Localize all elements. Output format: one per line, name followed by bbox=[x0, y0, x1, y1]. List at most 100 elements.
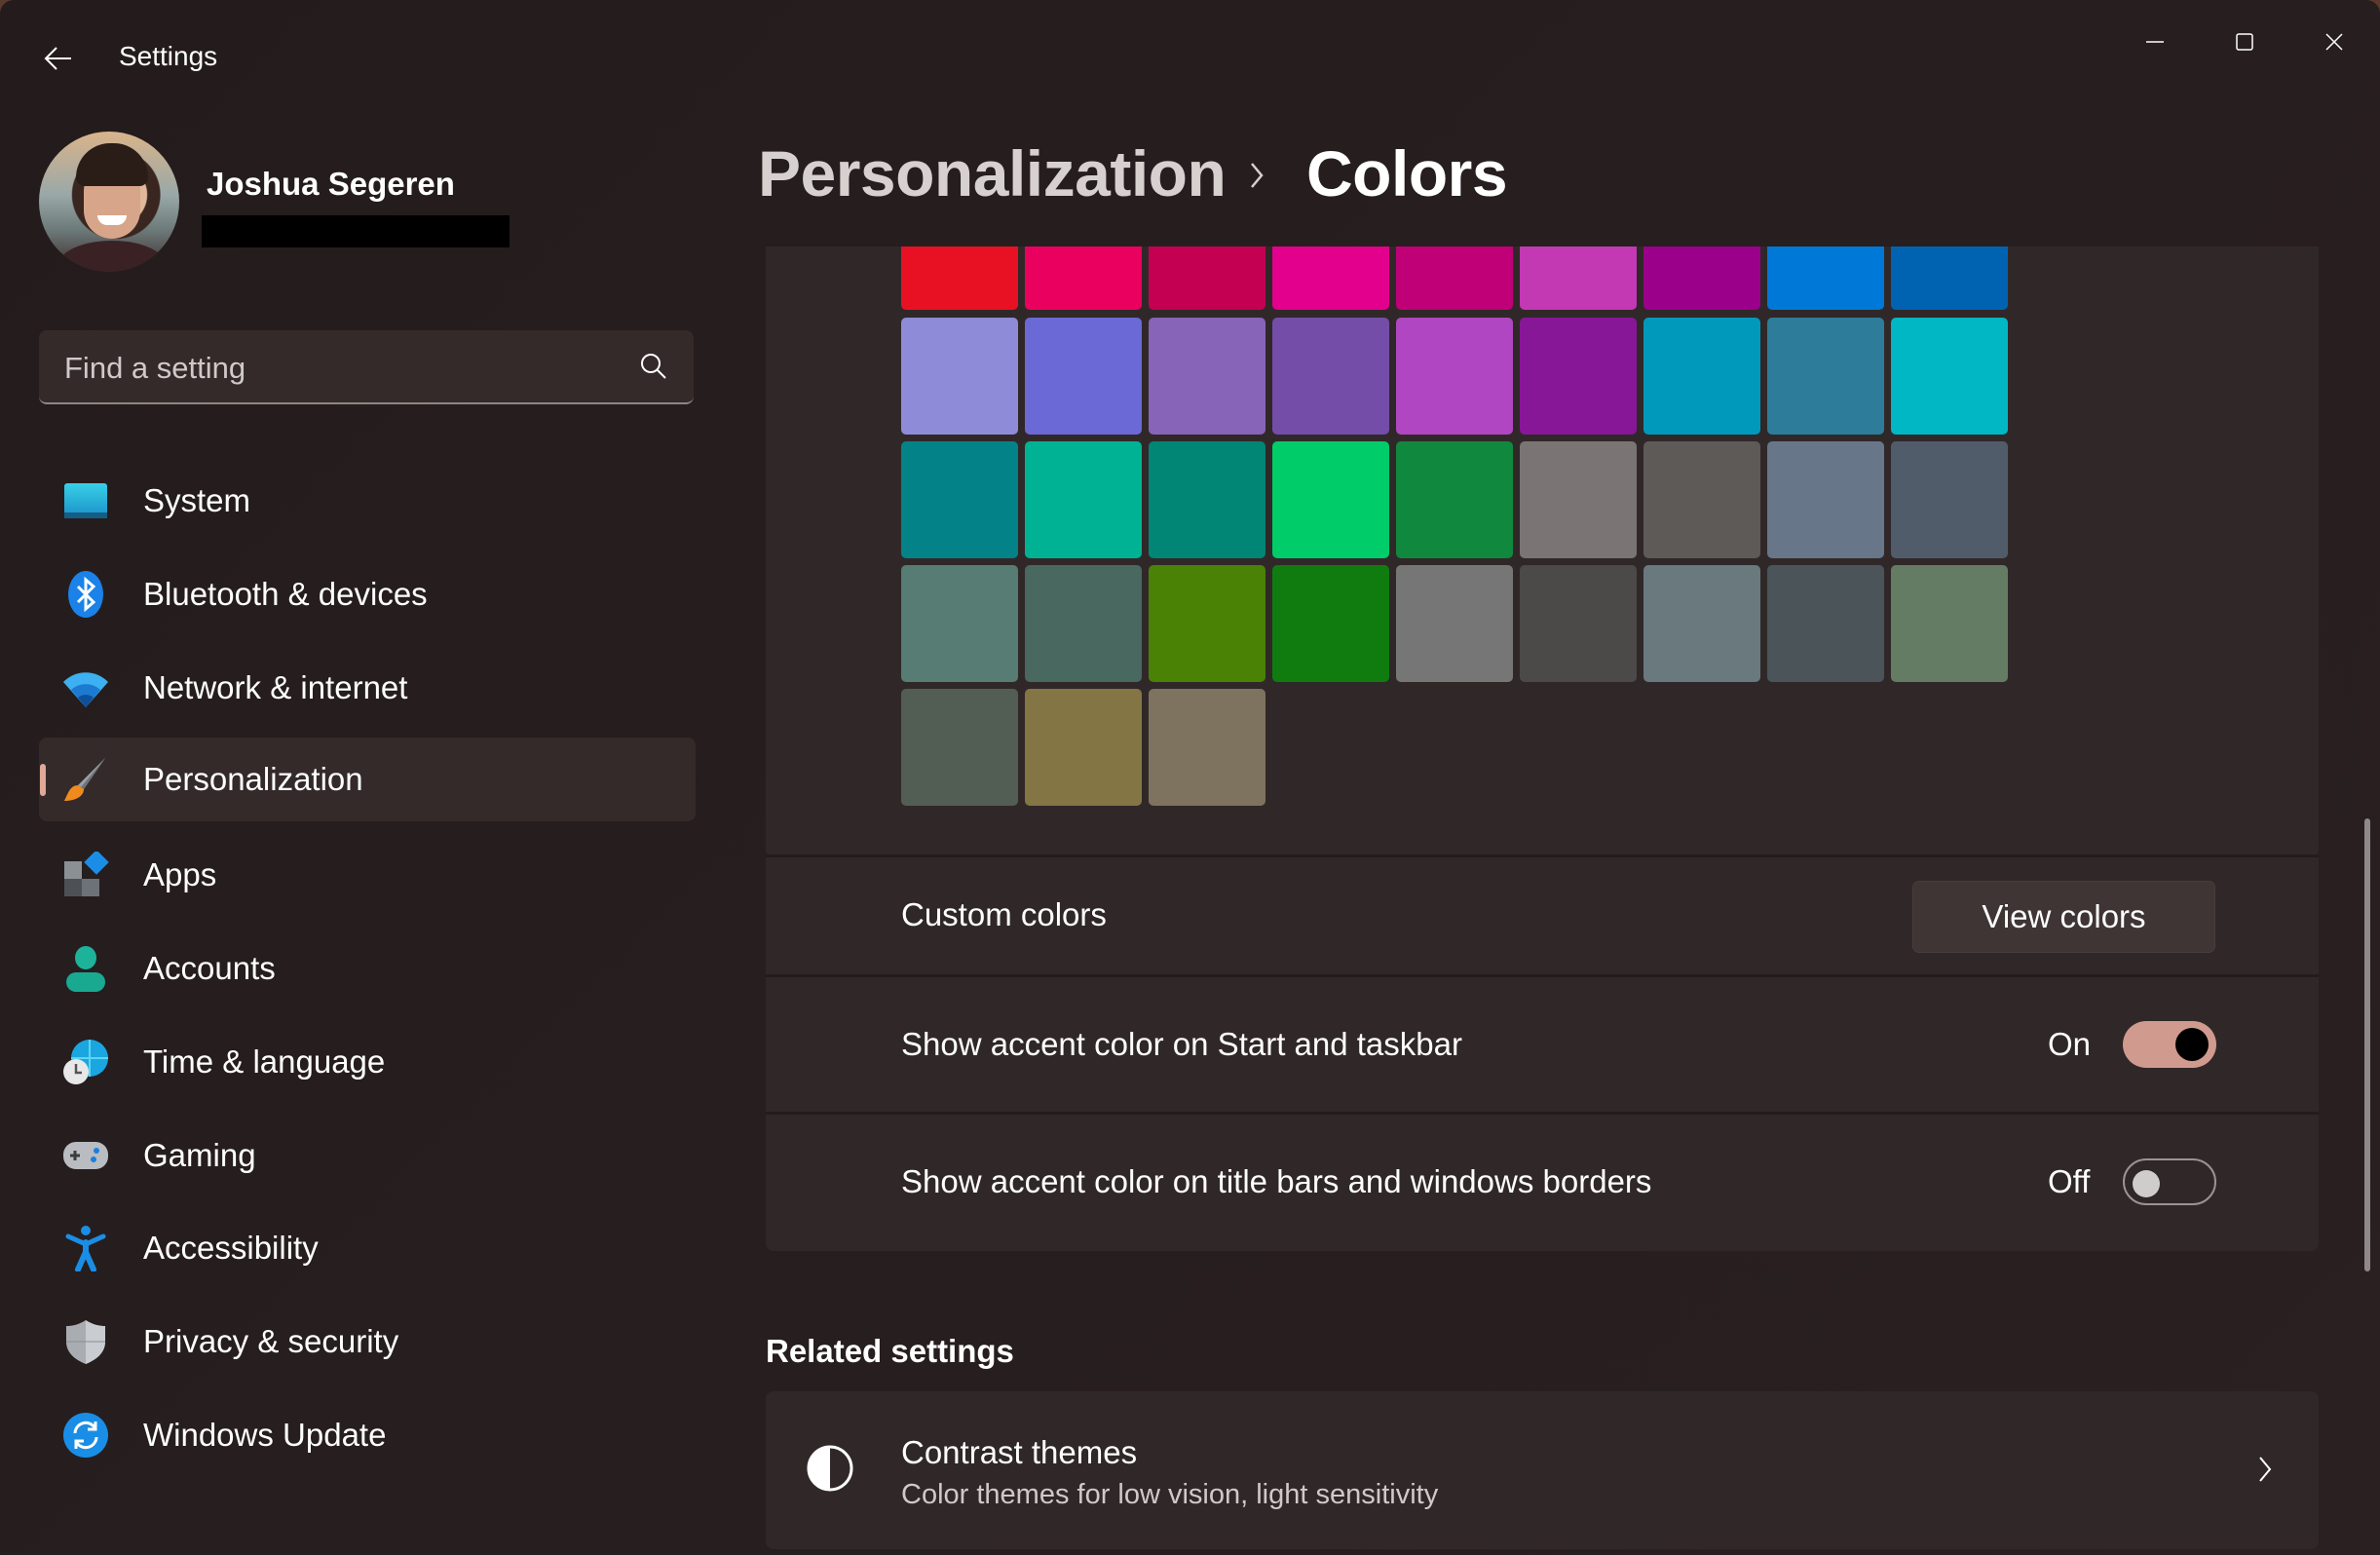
color-swatch[interactable] bbox=[1025, 247, 1142, 310]
color-swatch[interactable] bbox=[901, 318, 1018, 435]
custom-colors-label: Custom colors bbox=[901, 896, 1107, 932]
color-swatch[interactable] bbox=[901, 689, 1018, 806]
color-swatch[interactable] bbox=[1520, 247, 1637, 310]
colors-card: Custom colors View colors Show accent co… bbox=[766, 247, 2319, 1251]
sidebar-item-time-language[interactable]: Time & language bbox=[39, 1020, 696, 1104]
sidebar-item-accounts[interactable]: Accounts bbox=[39, 927, 696, 1010]
sidebar-item-label: Network & internet bbox=[143, 669, 408, 705]
sidebar-item-label: Time & language bbox=[143, 1043, 386, 1080]
color-swatch[interactable] bbox=[1767, 565, 1884, 682]
sidebar-item-label: Windows Update bbox=[143, 1417, 387, 1453]
contrast-themes-link[interactable]: Contrast themes Color themes for low vis… bbox=[766, 1391, 2319, 1549]
color-swatch[interactable] bbox=[1149, 247, 1266, 310]
accent-title-bars-row: Show accent color on title bars and wind… bbox=[766, 1115, 2319, 1251]
breadcrumb-parent[interactable]: Personalization bbox=[758, 136, 1227, 210]
maximize-button[interactable] bbox=[2200, 14, 2289, 70]
close-button[interactable] bbox=[2289, 14, 2379, 70]
color-swatch[interactable] bbox=[1643, 565, 1760, 682]
back-button[interactable] bbox=[37, 37, 80, 80]
sidebar-item-label: System bbox=[143, 482, 251, 518]
color-swatch[interactable] bbox=[1272, 318, 1389, 435]
color-swatch[interactable] bbox=[1025, 689, 1142, 806]
globe-clock-icon bbox=[63, 1040, 108, 1084]
wifi-icon bbox=[63, 672, 108, 707]
color-swatch[interactable] bbox=[1272, 247, 1389, 310]
maximize-icon bbox=[2236, 33, 2253, 51]
sidebar-item-system[interactable]: System bbox=[39, 459, 696, 543]
accessibility-icon bbox=[65, 1226, 106, 1271]
accent-start-taskbar-toggle[interactable] bbox=[2123, 1021, 2216, 1068]
color-swatch[interactable] bbox=[1767, 441, 1884, 558]
color-swatch[interactable] bbox=[1396, 565, 1513, 682]
contrast-icon bbox=[807, 1445, 853, 1492]
color-swatch[interactable] bbox=[1520, 441, 1637, 558]
color-swatch[interactable] bbox=[901, 565, 1018, 682]
related-item-subtitle: Color themes for low vision, light sensi… bbox=[901, 1479, 1439, 1510]
sidebar-item-bluetooth[interactable]: Bluetooth & devices bbox=[39, 552, 696, 636]
color-swatch[interactable] bbox=[1149, 318, 1266, 435]
color-swatch[interactable] bbox=[1396, 441, 1513, 558]
sidebar-item-accessibility[interactable]: Accessibility bbox=[39, 1206, 696, 1290]
view-colors-button[interactable]: View colors bbox=[1912, 881, 2215, 953]
sidebar-item-windows-update[interactable]: Windows Update bbox=[39, 1393, 696, 1477]
sidebar-item-label: Bluetooth & devices bbox=[143, 576, 428, 612]
toggle-state-label: On bbox=[2048, 1026, 2092, 1062]
color-swatch[interactable] bbox=[1643, 247, 1760, 310]
color-swatch[interactable] bbox=[1891, 441, 2008, 558]
color-swatch[interactable] bbox=[1767, 247, 1884, 310]
scrollbar-thumb[interactable] bbox=[2364, 818, 2370, 1271]
related-settings-heading: Related settings bbox=[766, 1333, 1014, 1369]
sidebar-item-label: Gaming bbox=[143, 1137, 256, 1173]
sidebar-item-apps[interactable]: Apps bbox=[39, 833, 696, 917]
sidebar-item-network[interactable]: Network & internet bbox=[39, 646, 696, 730]
color-swatch[interactable] bbox=[1891, 247, 2008, 310]
color-swatch[interactable] bbox=[1025, 565, 1142, 682]
accent-start-taskbar-label: Show accent color on Start and taskbar bbox=[901, 1026, 1462, 1062]
sidebar-item-privacy[interactable]: Privacy & security bbox=[39, 1300, 696, 1384]
profile-name: Joshua Segeren bbox=[207, 166, 455, 202]
color-swatch[interactable] bbox=[1396, 247, 1513, 310]
color-swatch[interactable] bbox=[1272, 565, 1389, 682]
color-swatch[interactable] bbox=[901, 441, 1018, 558]
color-swatch[interactable] bbox=[1891, 318, 2008, 435]
color-swatch[interactable] bbox=[1025, 441, 1142, 558]
accent-start-taskbar-row: Show accent color on Start and taskbar O… bbox=[766, 977, 2319, 1112]
color-swatch[interactable] bbox=[1520, 318, 1637, 435]
minimize-icon bbox=[2146, 41, 2164, 43]
color-swatch[interactable] bbox=[1643, 318, 1760, 435]
color-swatch[interactable] bbox=[1891, 565, 2008, 682]
color-swatch[interactable] bbox=[1272, 441, 1389, 558]
related-item-title: Contrast themes bbox=[901, 1434, 1138, 1470]
search-input[interactable]: Find a setting bbox=[64, 351, 246, 386]
toggle-knob bbox=[2175, 1028, 2209, 1061]
accent-color-palette bbox=[766, 247, 2319, 857]
color-swatch[interactable] bbox=[1149, 565, 1266, 682]
color-swatch[interactable] bbox=[1149, 441, 1266, 558]
breadcrumb-current: Colors bbox=[1306, 137, 1508, 209]
search-icon[interactable] bbox=[639, 352, 668, 381]
chevron-right-icon bbox=[2259, 1457, 2272, 1482]
system-icon bbox=[64, 483, 107, 518]
color-swatch[interactable] bbox=[1520, 565, 1637, 682]
person-icon bbox=[66, 946, 105, 992]
color-swatch[interactable] bbox=[1643, 441, 1760, 558]
toggle-state-label: Off bbox=[2048, 1163, 2091, 1199]
accent-title-bars-toggle[interactable] bbox=[2123, 1158, 2216, 1205]
color-swatch[interactable] bbox=[1767, 318, 1884, 435]
sidebar-item-gaming[interactable]: Gaming bbox=[39, 1114, 696, 1197]
apps-icon bbox=[64, 852, 109, 896]
color-swatch[interactable] bbox=[1149, 689, 1266, 806]
avatar[interactable] bbox=[39, 132, 179, 272]
color-swatch[interactable] bbox=[1025, 318, 1142, 435]
search-box[interactable]: Find a setting bbox=[39, 330, 694, 404]
active-indicator bbox=[40, 764, 46, 796]
color-swatch[interactable] bbox=[1396, 318, 1513, 435]
color-swatch[interactable] bbox=[901, 247, 1018, 310]
settings-window: Settings Joshua Segeren Find a setting S… bbox=[0, 0, 2380, 1555]
custom-colors-row: Custom colors View colors bbox=[766, 857, 2319, 974]
profile-email-redacted bbox=[202, 215, 510, 247]
minimize-button[interactable] bbox=[2110, 14, 2200, 70]
sidebar-item-personalization[interactable]: Personalization bbox=[39, 738, 696, 821]
update-icon bbox=[63, 1413, 108, 1458]
sidebar-item-label: Apps bbox=[143, 856, 217, 892]
